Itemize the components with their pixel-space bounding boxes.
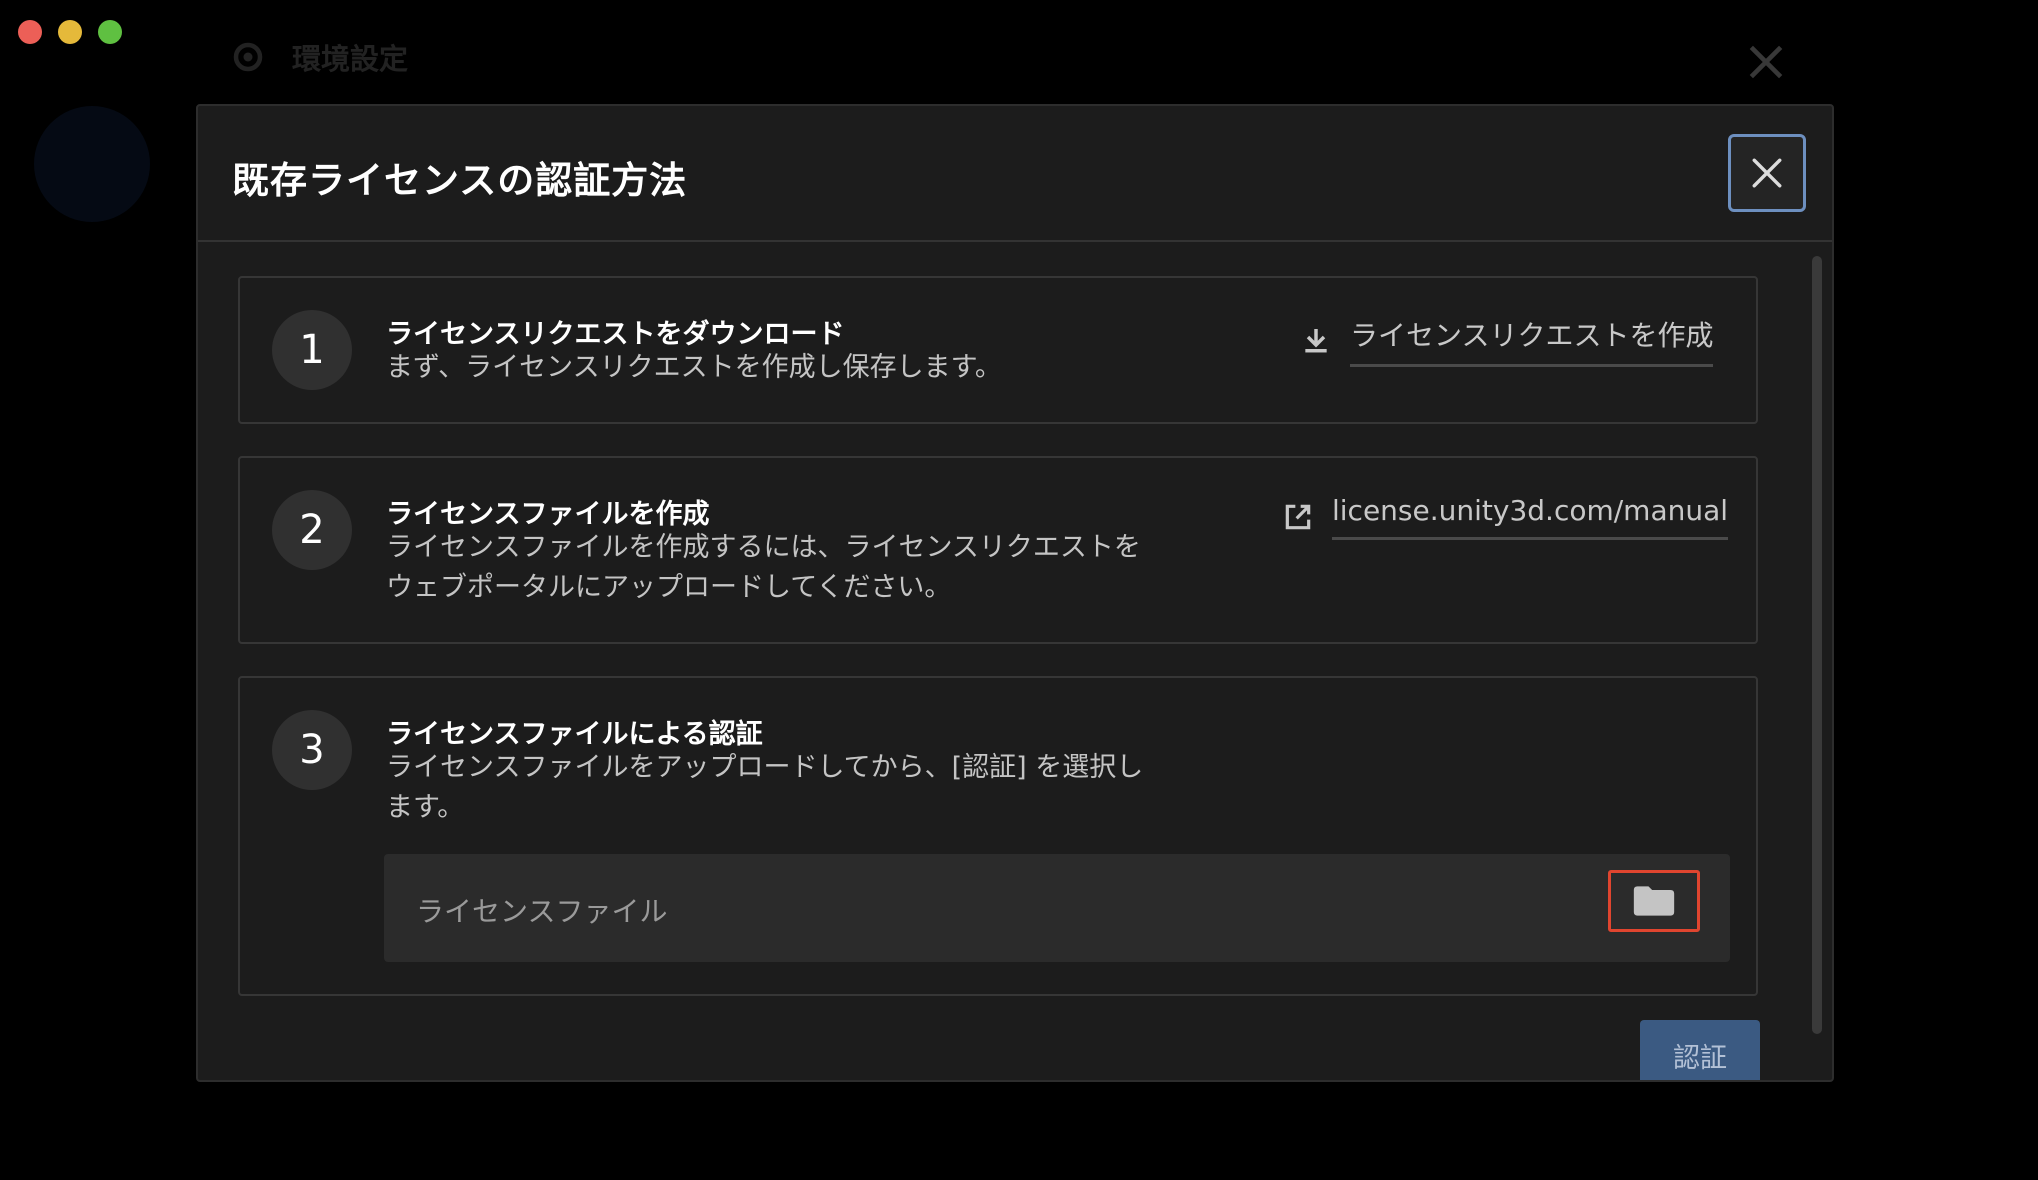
- license-file-placeholder: ライセンスファイル: [416, 895, 668, 928]
- step-title: ライセンスファイルによる認証: [386, 719, 763, 750]
- background-close-icon: [1749, 45, 1783, 79]
- background-header: 環境設定: [230, 36, 408, 78]
- background-page-title: 環境設定: [292, 42, 409, 76]
- app-window: 環境設定 既存ライセンスの認証方法 1 ライセンスリクエストをダウンロード まず…: [0, 0, 2038, 1180]
- step-card-2: 2 ライセンスファイルを作成 ライセンスファイルを作成するには、ライセンスリクエ…: [238, 456, 1758, 644]
- step-card-3: 3 ライセンスファイルによる認証 ライセンスファイルをアップロードしてから、[認…: [238, 676, 1758, 996]
- authenticate-button[interactable]: 認証: [1640, 1020, 1760, 1080]
- create-license-request-label: ライセンスリクエストを作成: [1350, 314, 1714, 367]
- create-license-request-link[interactable]: ライセンスリクエストを作成: [1300, 314, 1714, 367]
- folder-icon: [1633, 886, 1675, 916]
- dialog-title: 既存ライセンスの認証方法: [232, 159, 688, 202]
- external-link-icon: [1285, 504, 1311, 530]
- license-portal-label: license.unity3d.com/manual: [1332, 494, 1729, 540]
- gear-icon: [233, 42, 263, 72]
- background-avatar: [34, 106, 150, 222]
- dialog-close-button[interactable]: [1728, 134, 1806, 212]
- window-minimize-button[interactable]: [58, 20, 82, 44]
- step-number-badge: 2: [272, 490, 352, 570]
- dialog-scrollbar[interactable]: [1812, 256, 1822, 1034]
- window-close-button[interactable]: [18, 20, 42, 44]
- window-controls: [18, 20, 122, 44]
- step-number-badge: 3: [272, 710, 352, 790]
- step-title: ライセンスファイルを作成: [386, 499, 710, 530]
- step-title: ライセンスリクエストをダウンロード: [386, 319, 845, 350]
- step-card-1: 1 ライセンスリクエストをダウンロード まず、ライセンスリクエストを作成し保存し…: [238, 276, 1758, 424]
- close-icon: [1752, 158, 1782, 188]
- license-portal-link[interactable]: license.unity3d.com/manual: [1282, 494, 1729, 540]
- step-description: まず、ライセンスリクエストを作成し保存します。: [386, 352, 1002, 383]
- license-dialog: 既存ライセンスの認証方法 1 ライセンスリクエストをダウンロード まず、ライセン…: [196, 104, 1834, 1082]
- license-file-input[interactable]: ライセンスファイル: [384, 854, 1730, 962]
- step-description: ライセンスファイルをアップロードしてから、[認証] を選択します。: [386, 752, 1144, 823]
- window-zoom-button[interactable]: [98, 20, 122, 44]
- browse-folder-button[interactable]: [1608, 870, 1700, 932]
- download-icon: [1305, 328, 1327, 352]
- dialog-header: 既存ライセンスの認証方法: [198, 106, 1832, 242]
- step-description: ライセンスファイルを作成するには、ライセンスリクエストをウェブポータルにアップロ…: [386, 532, 1141, 603]
- step-number-badge: 1: [272, 310, 352, 390]
